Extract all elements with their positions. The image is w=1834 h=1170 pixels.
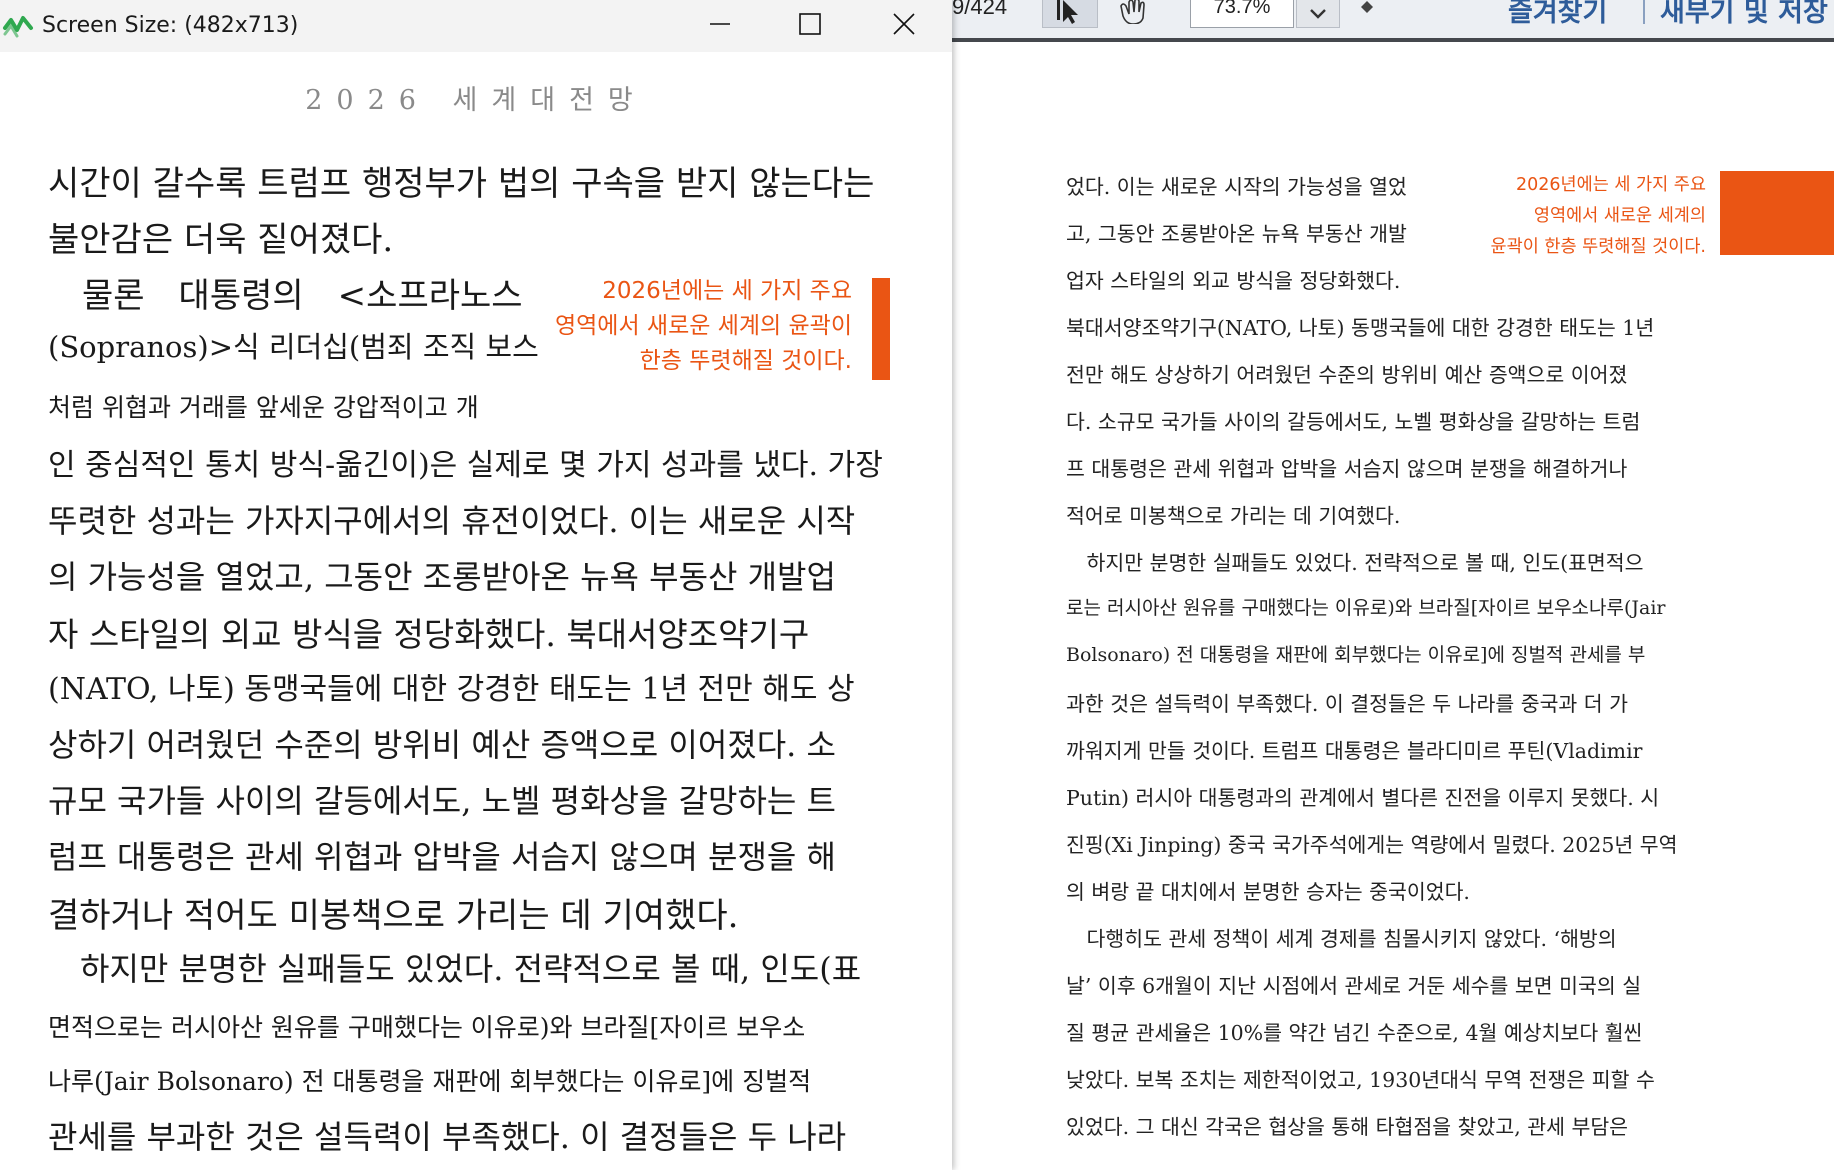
hand-icon <box>1117 0 1151 28</box>
pdf-text-line: 고, 그동안 조롱받아온 뉴욕 부동산 개발 <box>1066 222 1407 246</box>
pdf-text-line: 진핑(Xi Jinping) 중국 국가주석에게는 역량에서 밀렸다. 2025… <box>1066 833 1678 857</box>
window-title: Screen Size: (482x713) <box>42 13 299 38</box>
pdf-text-line: 북대서양조약기구(NATO, 나토) 동맹국들에 대한 강경한 태도는 1년 <box>1066 316 1655 340</box>
pdf-text-line: 다행히도 관세 정책이 세계 경제를 침몰시키지 않았다. ‘해방의 <box>1066 927 1617 951</box>
pull-quote-line: 2026년에는 세 가지 주요 <box>602 278 852 304</box>
toolbar-divider <box>1643 0 1645 24</box>
pull-quote-line: 영역에서 새로운 세계의 <box>1533 206 1706 226</box>
accent-bar <box>1720 171 1834 255</box>
title-bar[interactable]: Screen Size: (482x713) <box>0 0 952 52</box>
pull-quote-line: 2026년에는 세 가지 주요 <box>1515 175 1706 195</box>
maximize-icon <box>799 13 821 39</box>
body-text-line: (NATO, 나토) 동맹국들에 대한 강경한 태도는 1년 전만 해도 상 <box>48 672 855 707</box>
page-counter[interactable]: 9/424 <box>952 0 1007 20</box>
pdf-text-line: 프 대통령은 관세 위협과 압박을 서슴지 않으며 분쟁을 해결하거나 <box>1066 457 1628 481</box>
pdf-text-line: 다. 소규모 국가들 사이의 갈등에서도, 노벨 평화상을 갈망하는 트럼 <box>1066 410 1641 434</box>
pdf-text-line: 낮았다. 보복 조치는 제한적이었고, 1930년대식 무역 전쟁은 피할 수 <box>1066 1068 1655 1092</box>
chevron-down-icon <box>1310 4 1326 23</box>
accent-bar <box>872 278 890 380</box>
maximize-button[interactable] <box>766 0 854 52</box>
pdf-text-line: 전만 해도 상상하기 어려웠던 수준의 방위비 예산 증액으로 이어졌 <box>1066 363 1628 387</box>
pdf-text-line: Bolsonaro) 전 대통령을 재판에 회부했다는 이유로]에 징벌적 관세… <box>1066 644 1646 666</box>
hand-tool-button[interactable] <box>1106 0 1162 28</box>
pdf-text-line: 질 평균 관세율은 10%를 약간 넘긴 수준으로, 4월 예상치보다 훨씬 <box>1066 1021 1643 1045</box>
select-tool-button[interactable] <box>1042 0 1098 28</box>
pdf-text-line: 하지만 분명한 실패들도 있었다. 전략적으로 볼 때, 인도(표면적으 <box>1066 551 1644 575</box>
pdf-text-line: 과한 것은 설득력이 부족했다. 이 결정들은 두 나라를 중국과 더 가 <box>1066 692 1629 716</box>
pdf-text-line: 의 벼랑 끝 대치에서 분명한 승자는 중국이었다. <box>1066 880 1470 904</box>
reader-content[interactable]: 2026 세계대전망 시간이 갈수록 트럼프 행정부가 법의 구속을 받지 않는… <box>0 52 952 1170</box>
body-text-line: 불안감은 더욱 짙어졌다. <box>48 220 394 260</box>
body-text-line: 면적으로는 러시아산 원유를 구매했다는 이유로)와 브라질[자이르 보우소 <box>48 1013 806 1042</box>
body-text-line: 의 가능성을 열었고, 그동안 조롱받아온 뉴욕 부동산 개발업 <box>48 558 836 596</box>
body-text-line: 인 중심적인 통치 방식-옮긴이)은 실제로 몇 가지 성과를 냈다. 가장 <box>48 448 883 483</box>
zoom-dropdown-button[interactable] <box>1296 0 1340 28</box>
body-text-line: 물론 대통령의 <소프라노스 <box>48 276 523 316</box>
body-text-line: 나루(Jair Bolsonaro) 전 대통령을 재판에 회부했다는 이유로]… <box>48 1067 812 1096</box>
body-text-line: 상하기 어려웠던 수준의 방위비 예산 증액으로 이어졌다. 소 <box>48 726 836 764</box>
app-icon <box>2 10 34 42</box>
zoom-input[interactable]: 73.7% <box>1190 0 1294 28</box>
pdf-text-line: 었다. 이는 새로운 시작의 가능성을 열었 <box>1066 175 1407 199</box>
new-save-link[interactable]: 새부기 및 저장 <box>1660 0 1828 29</box>
zoom-more-button[interactable] <box>1360 0 1374 14</box>
body-text-line: (Sopranos)>식 리더십(범죄 조직 보스 <box>48 330 539 364</box>
body-text-line: 관세를 부과한 것은 설득력이 부족했다. 이 결정들은 두 나라 <box>48 1118 847 1156</box>
minimize-button[interactable] <box>676 0 764 52</box>
body-text-line: 결하거나 적어도 미봉책으로 가리는 데 기여했다. <box>48 896 739 936</box>
body-text-line: 뚜렷한 성과는 가자지구에서의 휴전이었다. 이는 새로운 시작 <box>48 502 856 540</box>
pdf-text-line: 로는 러시아산 원유를 구매했다는 이유로)와 브라질[자이르 보우소나루(Ja… <box>1066 597 1666 619</box>
body-text-line: 처럼 위협과 거래를 앞세운 강압적이고 개 <box>48 393 479 422</box>
pull-quote-line: 윤곽이 한층 뚜렷해질 것이다. <box>1490 237 1706 257</box>
pdf-text-line: 있었다. 그 대신 각국은 협상을 통해 타협점을 찾았고, 관세 부담은 <box>1066 1115 1629 1139</box>
pdf-text-line: Putin) 러시아 대통령과의 관계에서 별다른 진전을 이루지 못했다. 시 <box>1066 786 1660 810</box>
body-text-line: 럼프 대통령은 관세 위협과 압박을 서슴지 않으며 분쟁을 해 <box>48 838 836 876</box>
pdf-text-line: 업자 스타일의 외교 방식을 정당화했다. <box>1066 269 1401 293</box>
body-text-line: 규모 국가들 사이의 갈등에서도, 노벨 평화상을 갈망하는 트 <box>48 782 836 820</box>
pull-quote: 2026년에는 세 가지 주요 영역에서 새로운 세계의 윤곽이 한층 뚜렷해질… <box>540 274 852 379</box>
close-button[interactable] <box>860 0 948 52</box>
pdf-text-line: 적어로 미봉책으로 가리는 데 기여했다. <box>1066 504 1401 528</box>
reader-window: Screen Size: (482x713) 2026 세계대전망 시간이 갈수… <box>0 0 952 1170</box>
pull-quote-line: 한층 뚜렷해질 것이다. <box>639 348 852 374</box>
close-icon <box>893 13 915 39</box>
pdf-text-line: 날’ 이후 6개월이 지난 시점에서 관세로 거둔 세수를 보면 미국의 실 <box>1066 974 1642 998</box>
diamond-icon <box>1361 0 1373 17</box>
body-text-line: 하지만 분명한 실패들도 있었다. 전략적으로 볼 때, 인도(표 <box>48 950 862 988</box>
cursor-arrow-icon <box>1057 0 1083 28</box>
pdf-pull-quote: 2026년에는 세 가지 주요 영역에서 새로운 세계의 윤곽이 한층 뚜렷해질… <box>1466 170 1706 263</box>
body-text-line: 시간이 갈수록 트럼프 행정부가 법의 구속을 받지 않는다는 <box>48 164 875 204</box>
bookmarks-link[interactable]: 즐겨찾기 <box>1508 0 1607 29</box>
pull-quote-line: 영역에서 새로운 세계의 윤곽이 <box>554 313 852 339</box>
pdf-text-line: 까워지게 만들 것이다. 트럼프 대통령은 블라디미르 푸틴(Vladimir <box>1066 739 1643 763</box>
body-text-line: 자 스타일의 외교 방식을 정당화했다. 북대서양조약기구 <box>48 615 810 654</box>
minimize-icon <box>710 14 730 38</box>
running-header: 2026 세계대전망 <box>305 85 647 116</box>
